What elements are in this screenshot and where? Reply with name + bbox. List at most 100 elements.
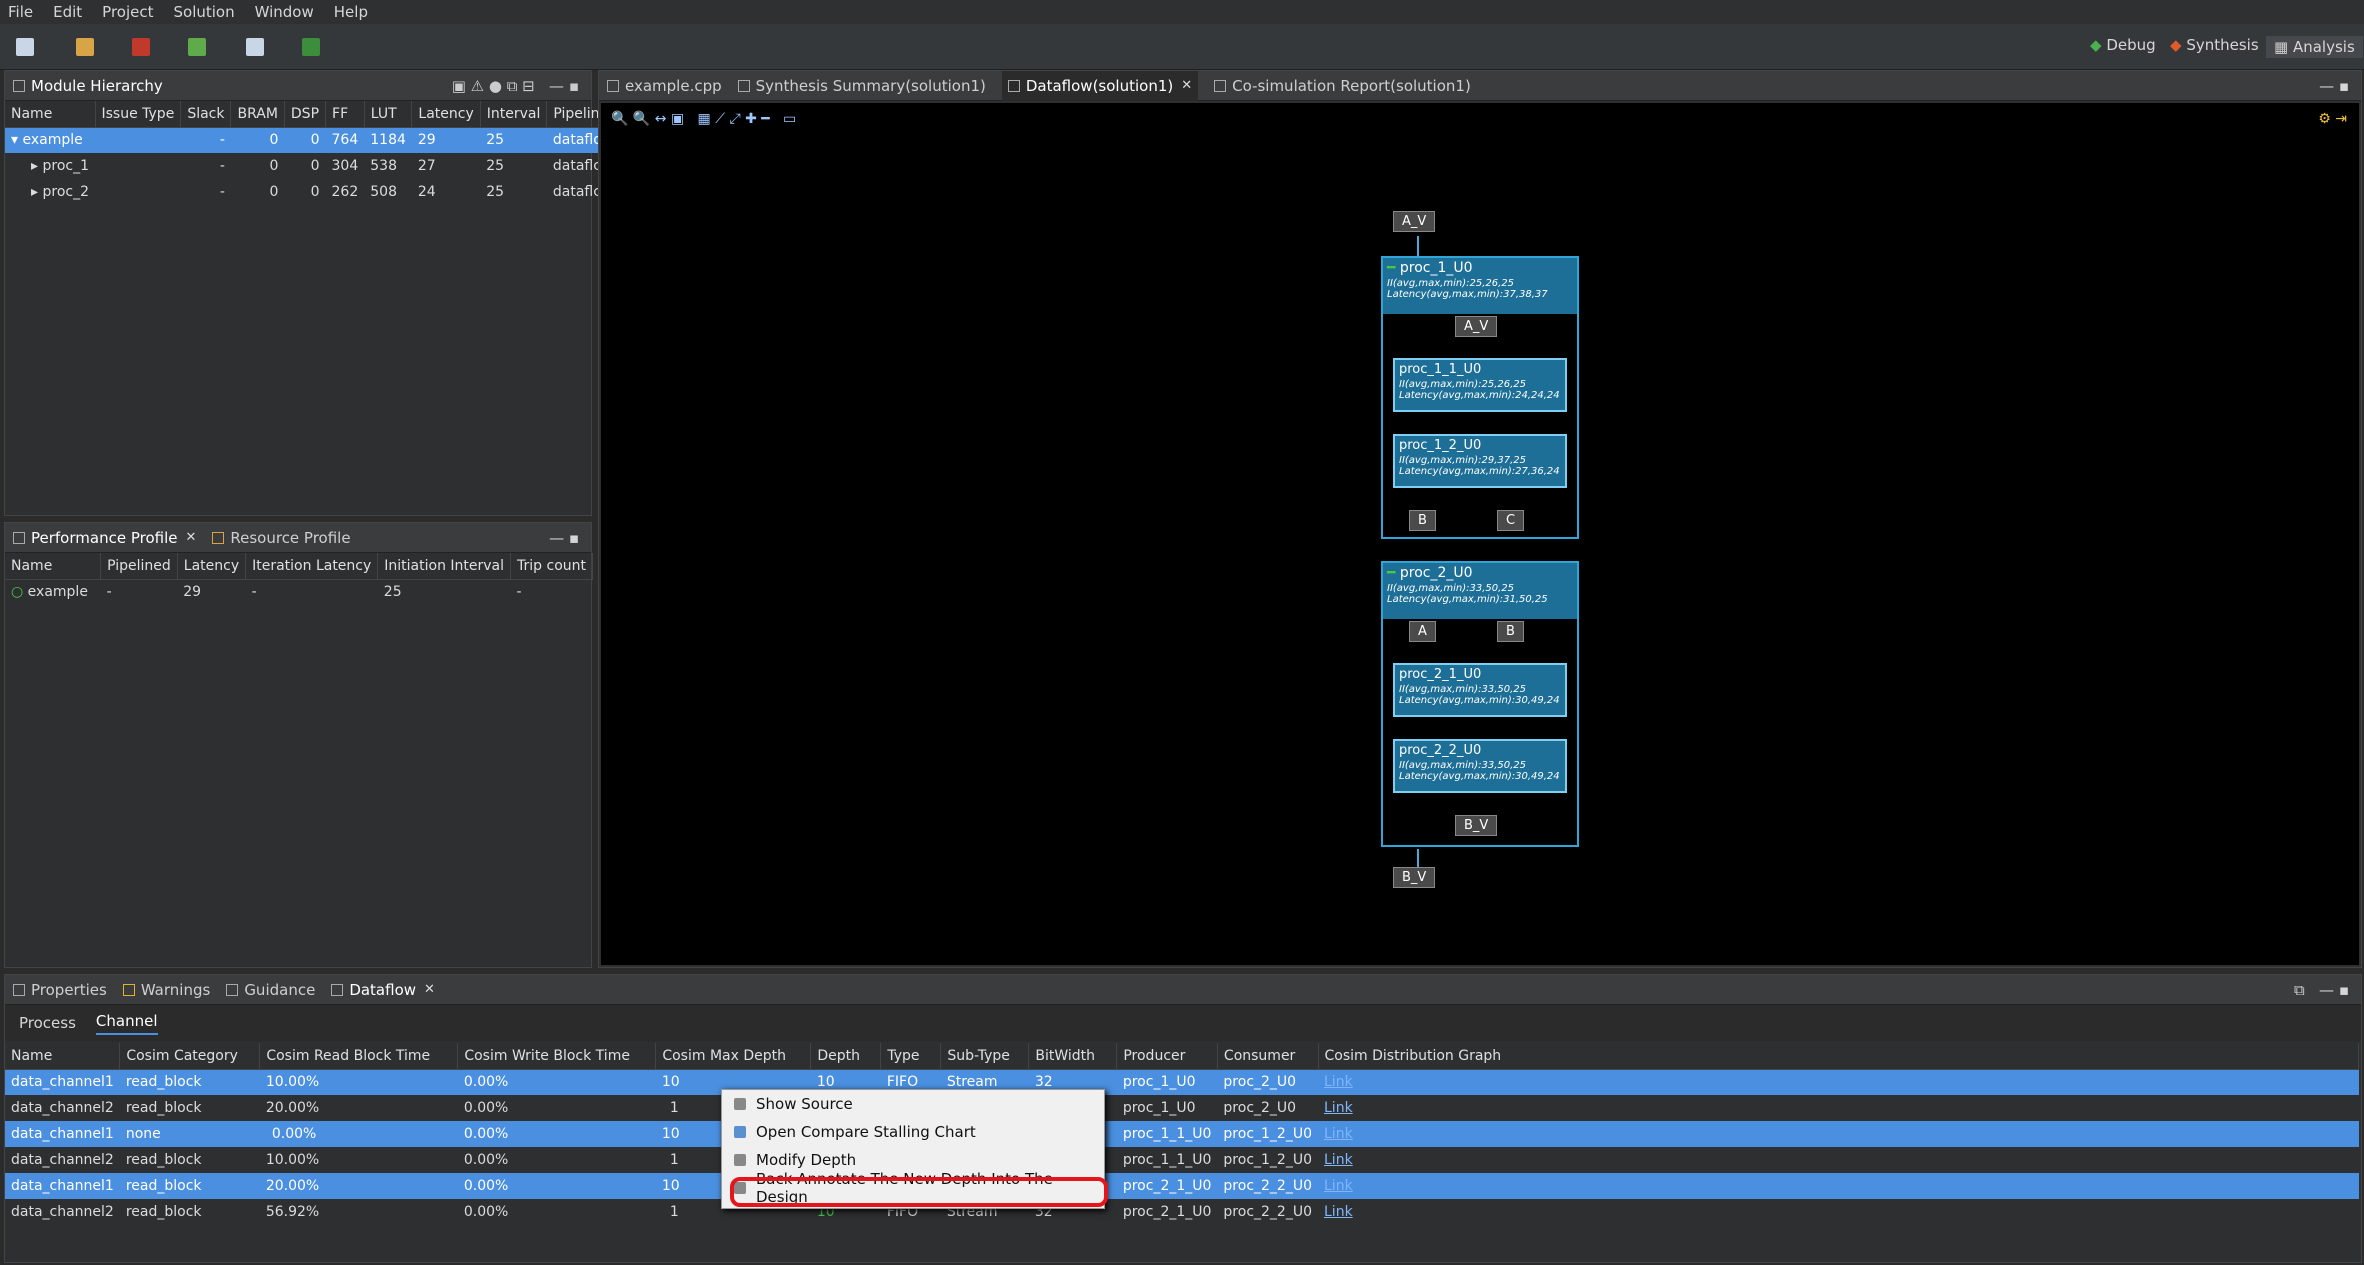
tab-synthesis-summary[interactable]: Synthesis Summary(solution1) [737, 77, 986, 95]
col-name[interactable]: Name [5, 101, 96, 128]
node-proc-2-1[interactable]: proc_2_1_U0 II(avg,max,min):33,50,25 Lat… [1393, 663, 1567, 717]
table-row[interactable]: ○ example - 29 - 25 - [5, 579, 593, 605]
col-dsp[interactable]: DSP [284, 101, 327, 128]
panel-controls-icon[interactable]: ▣ ⚠ ● ⧉ ⊟ — ▪ [452, 77, 579, 95]
col-depth[interactable]: Depth [810, 1043, 882, 1070]
link[interactable]: Link [1324, 1074, 1353, 1090]
col-initiation-interval[interactable]: Initiation Interval [377, 553, 512, 580]
menu-project[interactable]: Project [102, 3, 153, 21]
port-b-v-bottom[interactable]: B_V [1393, 867, 1436, 888]
graph-settings-icon[interactable]: ⚙ ⇥ [2318, 111, 2347, 127]
tab-properties[interactable]: Properties [13, 981, 107, 999]
run-icon[interactable] [188, 38, 206, 56]
port-a-v-inner[interactable]: A_V [1455, 316, 1498, 337]
col-name[interactable]: Name [5, 1043, 121, 1070]
close-icon[interactable]: ✕ [185, 530, 196, 545]
col-type[interactable]: Type [880, 1043, 942, 1070]
col-issue[interactable]: Issue Type [95, 101, 182, 128]
link[interactable]: Link [1324, 1204, 1353, 1220]
col-latency[interactable]: Latency [177, 553, 247, 580]
tab-resource-profile[interactable]: Resource Profile [212, 529, 351, 547]
panel-controls-icon[interactable]: — ▪ [2319, 77, 2349, 95]
table-row[interactable]: data_channel1 none 0.00% 0.00% 10 proc_1_1_U0… [5, 1121, 2359, 1147]
col-iteration-latency[interactable]: Iteration Latency [245, 553, 379, 580]
tab-cosim-report[interactable]: Co-simulation Report(solution1) [1214, 77, 1471, 95]
export-icon[interactable] [246, 38, 264, 56]
col-max-depth[interactable]: Cosim Max Depth [655, 1043, 812, 1070]
col-ff[interactable]: FF [325, 101, 365, 128]
menu-solution[interactable]: Solution [174, 3, 235, 21]
panel-controls-icon[interactable]: ⧉ — ▪ [2294, 981, 2349, 999]
table-row[interactable]: data_channel1 read_block 20.00% 0.00% 10 proc… [5, 1173, 2359, 1199]
node-proc-1-1[interactable]: proc_1_1_U0 II(avg,max,min):25,26,25 Lat… [1393, 358, 1567, 412]
node-proc-1[interactable]: ━ proc_1_U0 II(avg,max,min):25,26,25 Lat… [1381, 256, 1579, 539]
col-write-block[interactable]: Cosim Write Block Time [457, 1043, 657, 1070]
perspective-synthesis[interactable]: ◆ Synthesis [2170, 36, 2259, 54]
table-row[interactable]: data_channel2 read_block 56.92% 0.00% 1 10 FIF… [5, 1199, 2359, 1225]
port-c[interactable]: C [1497, 510, 1525, 531]
tab-warnings[interactable]: Warnings [122, 981, 210, 999]
panel-controls-icon[interactable]: — ▪ [549, 529, 579, 547]
perspective-analysis[interactable]: ▦ Analysis [2266, 36, 2363, 58]
perspective-debug[interactable]: ◆ Debug [2090, 36, 2156, 54]
table-row[interactable]: ▸ proc_2 - 0 0 262 508 24 25 dataflc [5, 179, 615, 205]
col-interval[interactable]: Interval [480, 101, 548, 128]
port-a[interactable]: A [1409, 621, 1436, 642]
col-slack[interactable]: Slack [180, 101, 232, 128]
col-trip-count[interactable]: Trip count [510, 553, 593, 580]
col-latency[interactable]: Latency [411, 101, 481, 128]
stop-icon[interactable] [132, 38, 150, 56]
col-read-block[interactable]: Cosim Read Block Time [259, 1043, 459, 1070]
subtab-process[interactable]: Process [19, 1014, 76, 1032]
col-producer[interactable]: Producer [1116, 1043, 1218, 1070]
node-proc-1-2[interactable]: proc_1_2_U0 II(avg,max,min):29,37,25 Lat… [1393, 434, 1567, 488]
tab-performance-profile[interactable]: Performance Profile ✕ [13, 529, 196, 547]
expand-icon[interactable]: ▸ [31, 158, 38, 174]
node-proc-2-2[interactable]: proc_2_2_U0 II(avg,max,min):33,50,25 Lat… [1393, 739, 1567, 793]
col-pipelined[interactable]: Pipelined [100, 553, 178, 580]
table-row[interactable]: ▾ example - 0 0 764 1184 29 25 dataflo [5, 127, 615, 153]
table-row[interactable]: data_channel1 read_block 10.00% 0.00% 10 10 FI… [5, 1069, 2359, 1095]
col-name[interactable]: Name [5, 553, 102, 580]
col-subtype[interactable]: Sub-Type [940, 1043, 1030, 1070]
col-consumer[interactable]: Consumer [1217, 1043, 1319, 1070]
port-a-v-top[interactable]: A_V [1393, 211, 1436, 232]
col-bram[interactable]: BRAM [230, 101, 285, 128]
menu-window[interactable]: Window [255, 3, 314, 21]
menu-item-show-source[interactable]: Show Source [722, 1090, 1104, 1118]
menu-help[interactable]: Help [334, 3, 368, 21]
layout-icon[interactable] [302, 38, 320, 56]
col-distribution-graph[interactable]: Cosim Distribution Graph [1318, 1043, 2359, 1070]
node-proc-2[interactable]: ━ proc_2_U0 II(avg,max,min):33,50,25 Lat… [1381, 561, 1579, 847]
port-b-v-inner[interactable]: B_V [1455, 815, 1498, 836]
settings-icon[interactable] [76, 38, 94, 56]
open-icon[interactable] [16, 38, 34, 56]
table-row[interactable]: ▸ proc_1 - 0 0 304 538 27 25 dataflc [5, 153, 615, 179]
menu-item-compare-stalling-chart[interactable]: Open Compare Stalling Chart [722, 1118, 1104, 1146]
graph-toolbar[interactable]: 🔍 🔍 ↔ ▣ ▦ ⟋ ⤢ ✚ ━ ▭ [611, 111, 796, 127]
port-b-in[interactable]: B [1497, 621, 1524, 642]
link[interactable]: Link [1324, 1152, 1353, 1168]
menu-edit[interactable]: Edit [53, 3, 82, 21]
port-b[interactable]: B [1409, 510, 1436, 531]
expand-icon[interactable]: ▸ [31, 184, 38, 200]
tab-dataflow[interactable]: Dataflow(solution1) ✕ [1001, 70, 1199, 101]
link[interactable]: Link [1324, 1100, 1353, 1116]
table-row[interactable]: data_channel2 read_block 10.00% 0.00% 1 proc_… [5, 1147, 2359, 1173]
close-icon[interactable]: ✕ [1181, 78, 1192, 93]
tab-dataflow-view[interactable]: Dataflow ✕ [331, 981, 435, 999]
subtab-channel[interactable]: Channel [95, 1012, 158, 1035]
link[interactable]: Link [1324, 1126, 1353, 1142]
link[interactable]: Link [1324, 1178, 1353, 1194]
tab-example-cpp[interactable]: example.cpp [607, 77, 722, 95]
close-icon[interactable]: ✕ [424, 982, 435, 997]
dataflow-graph-canvas[interactable]: 🔍 🔍 ↔ ▣ ▦ ⟋ ⤢ ✚ ━ ▭ ⚙ ⇥ A_V ━ proc_1_U0 … [601, 103, 2359, 965]
col-bitwidth[interactable]: BitWidth [1028, 1043, 1118, 1070]
expand-icon[interactable]: ▾ [11, 132, 18, 148]
col-cosim-category[interactable]: Cosim Category [119, 1043, 261, 1070]
table-row[interactable]: data_channel2 read_block 20.00% 0.00% 1 proc_… [5, 1095, 2359, 1121]
tab-guidance[interactable]: Guidance [226, 981, 315, 999]
col-lut[interactable]: LUT [364, 101, 413, 128]
menu-file[interactable]: File [8, 3, 33, 21]
tab-module-hierarchy[interactable]: Module Hierarchy [13, 77, 163, 95]
